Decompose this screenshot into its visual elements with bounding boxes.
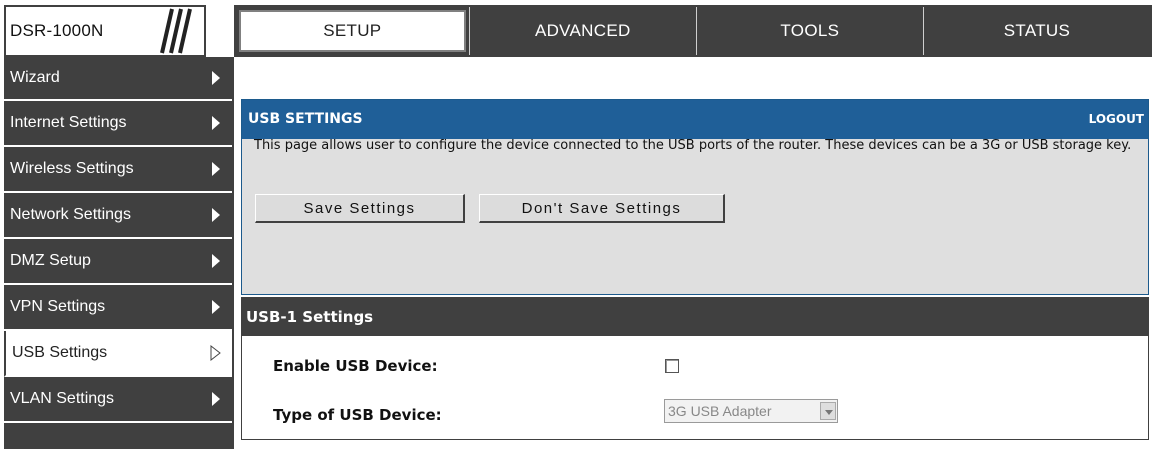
sidebar-item-dmz-setup[interactable]: DMZ Setup	[4, 239, 232, 285]
sidebar-item-label: VLAN Settings	[10, 390, 115, 407]
main-content: USB SETTINGS LOGOUT This page allows use…	[236, 57, 1154, 449]
logo-slashes-icon	[160, 8, 192, 54]
save-settings-button[interactable]: Save Settings	[255, 194, 465, 223]
chevron-right-icon	[212, 392, 220, 406]
usb-1-settings-title: USB-1 Settings	[246, 308, 374, 326]
dont-save-settings-button[interactable]: Don't Save Settings	[479, 194, 725, 223]
logout-link[interactable]: LOGOUT	[1089, 112, 1144, 126]
tab-tools[interactable]: TOOLS	[695, 7, 923, 55]
sidebar-item-internet-settings[interactable]: Internet Settings	[4, 101, 232, 147]
sidebar-item-wireless-settings[interactable]: Wireless Settings	[4, 147, 232, 193]
tab-setup[interactable]: SETUP	[239, 10, 466, 52]
chevron-down-icon[interactable]	[820, 402, 836, 420]
enable-usb-device-label: Enable USB Device:	[273, 357, 438, 375]
usb-1-settings-section: USB-1 Settings Enable USB Device: Type o…	[241, 297, 1149, 440]
chevron-right-outline-icon	[210, 345, 221, 361]
chevron-right-icon	[212, 300, 220, 314]
chevron-right-icon	[212, 208, 220, 222]
sidebar-item-label: Wizard	[10, 69, 60, 86]
enable-usb-device-checkbox[interactable]	[665, 359, 679, 373]
logo-text: DSR-1000N	[10, 21, 104, 40]
chevron-right-icon	[212, 254, 220, 268]
sidebar-item-usb-settings[interactable]: USB Settings	[4, 331, 232, 377]
select-value: 3G USB Adapter	[668, 403, 772, 419]
sidebar: Wizard Internet Settings Wireless Settin…	[4, 57, 234, 449]
sidebar-item-label: Wireless Settings	[10, 160, 134, 177]
chevron-right-icon	[212, 71, 220, 85]
usb-settings-header: USB SETTINGS LOGOUT	[242, 100, 1148, 139]
logo-box: DSR-1000N	[4, 5, 206, 57]
sidebar-item-label: USB Settings	[12, 344, 108, 361]
chevron-right-icon	[212, 116, 220, 130]
tab-advanced[interactable]: ADVANCED	[468, 7, 696, 55]
sidebar-item-label: Internet Settings	[10, 114, 127, 131]
sidebar-item-label: Network Settings	[10, 206, 131, 223]
type-of-usb-device-label: Type of USB Device:	[273, 406, 442, 424]
sidebar-item-label: VPN Settings	[10, 298, 106, 315]
sidebar-item-vpn-settings[interactable]: VPN Settings	[4, 285, 232, 331]
sidebar-item-label: DMZ Setup	[10, 252, 91, 269]
usb-settings-title: USB SETTINGS	[248, 111, 363, 127]
chevron-right-icon	[212, 162, 220, 176]
top-tabs: SETUP ADVANCED TOOLS STATUS	[234, 5, 1152, 57]
tab-status[interactable]: STATUS	[922, 7, 1150, 55]
type-of-usb-device-select[interactable]: 3G USB Adapter	[664, 399, 838, 423]
sidebar-item-vlan-settings[interactable]: VLAN Settings	[4, 377, 232, 423]
sidebar-item-wizard[interactable]: Wizard	[4, 57, 232, 101]
page-description: This page allows user to configure the d…	[254, 138, 1132, 153]
sidebar-item-network-settings[interactable]: Network Settings	[4, 193, 232, 239]
usb-1-settings-header: USB-1 Settings	[242, 298, 1148, 336]
